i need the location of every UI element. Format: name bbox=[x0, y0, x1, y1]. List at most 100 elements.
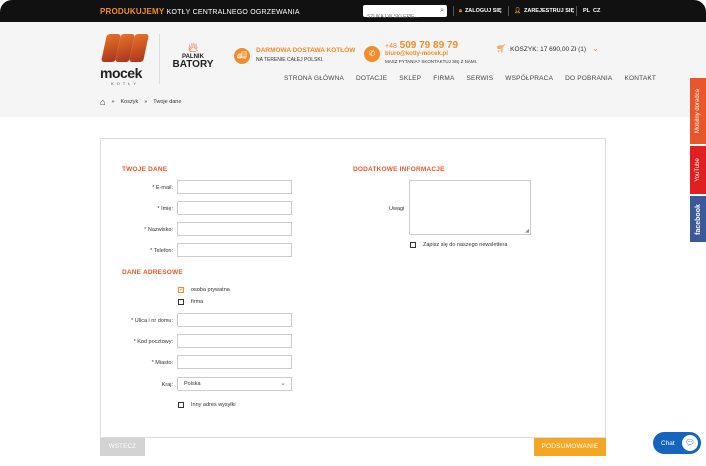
country-value: Polska bbox=[184, 381, 201, 387]
phone-number[interactable]: +48 509 79 89 79 bbox=[385, 40, 477, 51]
chat-label: Chat bbox=[661, 439, 675, 447]
nav-home[interactable]: STRONA GŁÓWNA bbox=[284, 75, 344, 82]
facebook-label: facebook bbox=[694, 203, 702, 235]
summary-button[interactable]: PODSUMOWANIE bbox=[534, 438, 606, 456]
breadcrumb-sep: » bbox=[144, 99, 148, 105]
zip-label: * Kod pocztowy: bbox=[133, 339, 173, 345]
register-label: ZAREJESTRUJ SIĘ bbox=[523, 8, 575, 14]
login-label: ZALOGUJ SIĘ bbox=[464, 8, 502, 14]
cart-label: KOSZYK: 17 690,00 Zł (1) bbox=[510, 46, 587, 53]
phone-label: * Telefon: bbox=[150, 248, 173, 254]
promo-highlight: PRODUKUJEMY bbox=[100, 7, 165, 16]
city-field[interactable] bbox=[177, 355, 292, 369]
phone-field[interactable] bbox=[177, 243, 292, 257]
chevron-down-icon: ⌄ bbox=[592, 44, 599, 53]
section-title-your-data: TWOJE DANE bbox=[122, 166, 168, 173]
breadcrumb: ⌂ » Koszyk » Twoje dane bbox=[100, 97, 187, 107]
street-field[interactable] bbox=[177, 313, 292, 327]
newsletter-label: Zapisz się do naszego newslettera bbox=[423, 242, 508, 248]
chevron-down-icon: ⌄ bbox=[280, 380, 286, 387]
nav-contact[interactable]: KONTAKT bbox=[624, 75, 656, 82]
country-select[interactable]: Polska ⌄ bbox=[177, 377, 292, 391]
login-link[interactable]: 🔒︎ ZALOGUJ SIĘ bbox=[459, 8, 502, 15]
company-label: firma bbox=[191, 299, 204, 305]
facebook-tab[interactable]: facebook bbox=[690, 196, 706, 242]
search-box[interactable]: ⌕ bbox=[363, 5, 447, 23]
back-button[interactable]: WSTECZ bbox=[100, 438, 145, 456]
header: mocek KOTŁY 🔥︎ PALNIK BATORY 🚚︎ DARMOWA … bbox=[0, 22, 706, 117]
batory-big: BATORY bbox=[172, 59, 214, 70]
email-label: * E-mail: bbox=[152, 185, 173, 191]
ask-text: MASZ PYTANIA? SKONTAKTUJ SIĘ Z NAMI. bbox=[385, 59, 478, 64]
email-link[interactable]: biuro@kotly-mocek.pl bbox=[385, 51, 477, 57]
email-field[interactable] bbox=[177, 180, 292, 194]
name-label: * Imię: bbox=[157, 206, 173, 212]
lang-pl[interactable]: PL bbox=[583, 8, 590, 14]
mobile-advisor-tab[interactable]: Mobilny doradca bbox=[690, 78, 706, 144]
cart-icon: 🛒︎ bbox=[496, 44, 507, 53]
phone-prefix: +48 bbox=[385, 43, 397, 50]
contact-info: +48 509 79 89 79 biuro@kotly-mocek.pl MA… bbox=[385, 40, 477, 64]
surname-label: * Nazwisko: bbox=[144, 227, 173, 233]
notes-textarea[interactable]: ◢ bbox=[409, 180, 531, 235]
nav-grants[interactable]: DOTACJE bbox=[356, 75, 387, 82]
surname-field[interactable] bbox=[177, 222, 292, 236]
search-icon[interactable]: ⌕ bbox=[440, 7, 444, 15]
lock-icon: 🔒︎ bbox=[459, 8, 462, 14]
mocek-logo[interactable]: mocek KOTŁY bbox=[100, 34, 150, 86]
batory-logo[interactable]: 🔥︎ PALNIK BATORY bbox=[170, 40, 216, 80]
main-nav: STRONA GŁÓWNA DOTACJE SKLEP FIRMA SERWIS… bbox=[284, 75, 668, 82]
breadcrumb-sep: » bbox=[111, 99, 115, 105]
nav-company[interactable]: FIRMA bbox=[433, 75, 454, 82]
city-label: * Miasto: bbox=[151, 360, 173, 366]
home-icon[interactable]: ⌂ bbox=[100, 97, 105, 107]
youtube-tab[interactable]: YouTube bbox=[690, 146, 706, 194]
divider bbox=[453, 6, 454, 16]
delivery-sub: NA TERENIE CAŁEJ POLSKI. bbox=[256, 57, 324, 63]
cart-button[interactable]: 🛒︎ KOSZYK: 17 690,00 Zł (1) ⌄ bbox=[496, 44, 599, 53]
country-label: Kraj: bbox=[161, 382, 173, 388]
lang-cz[interactable]: CZ bbox=[593, 8, 600, 14]
section-title-address: DANE ADRESOWE bbox=[122, 269, 183, 276]
chat-button[interactable]: Chat 💬︎ bbox=[653, 432, 701, 454]
name-field[interactable] bbox=[177, 201, 292, 215]
youtube-label: YouTube bbox=[695, 158, 702, 182]
newsletter-checkbox[interactable] bbox=[410, 242, 416, 248]
divider bbox=[159, 34, 160, 84]
register-link[interactable]: 👤︎ ZAREJESTRUJ SIĘ bbox=[514, 8, 574, 14]
notes-label: Uwagi bbox=[389, 206, 405, 212]
user-icon: 👤︎ bbox=[514, 8, 521, 14]
nav-shop[interactable]: SKLEP bbox=[399, 75, 421, 82]
promo-label: KOTŁY CENTRALNEGO OGRZEWANIA bbox=[166, 9, 300, 16]
breadcrumb-current: Twoje dane bbox=[153, 99, 182, 105]
logo-mark bbox=[100, 34, 150, 64]
delivery-title: DARMOWA DOSTAWA KOTŁÓW bbox=[256, 47, 356, 54]
delivery-info: DARMOWA DOSTAWA KOTŁÓW NA TERENIE CAŁEJ … bbox=[256, 47, 355, 63]
other-address-label: Inny adres wysyłki bbox=[191, 402, 236, 408]
street-label: * Ulica i nr domu: bbox=[131, 318, 173, 324]
other-address-checkbox[interactable] bbox=[178, 402, 184, 408]
chat-bubble-icon: 💬︎ bbox=[682, 435, 698, 451]
top-bar: PRODUKUJEMY KOTŁY CENTRALNEGO OGRZEWANIA… bbox=[0, 0, 706, 23]
nav-cooperation[interactable]: WSPÓŁPRACA bbox=[505, 75, 553, 82]
checkout-form: TWOJE DANE * E-mail: * Imię: * Nazwisko:… bbox=[100, 138, 606, 438]
company-checkbox[interactable] bbox=[178, 299, 184, 305]
nav-service[interactable]: SERWIS bbox=[467, 75, 494, 82]
logo-word: mocek bbox=[100, 65, 142, 81]
phone-value: 509 79 89 79 bbox=[399, 40, 459, 51]
promo-text: PRODUKUJEMY KOTŁY CENTRALNEGO OGRZEWANIA bbox=[100, 7, 300, 16]
section-title-extra: DODATKOWE INFORMACJE bbox=[353, 166, 445, 173]
flame-icon: 🔥︎ bbox=[187, 39, 199, 55]
phone-icon: ✆ bbox=[364, 46, 380, 62]
breadcrumb-cart[interactable]: Koszyk bbox=[121, 99, 139, 105]
private-person-label: osoba prywatna bbox=[191, 287, 230, 293]
truck-icon: 🚚︎ bbox=[234, 48, 250, 64]
private-person-checkbox[interactable] bbox=[178, 286, 184, 293]
logo-sub: KOTŁY bbox=[110, 81, 140, 86]
divider bbox=[508, 6, 509, 16]
resize-grip-icon[interactable]: ◢ bbox=[525, 228, 529, 234]
zip-field[interactable] bbox=[177, 334, 292, 348]
mobile-advisor-label: Mobilny doradca bbox=[695, 88, 701, 134]
divider bbox=[576, 6, 577, 16]
nav-downloads[interactable]: DO POBRANIA bbox=[565, 75, 612, 82]
